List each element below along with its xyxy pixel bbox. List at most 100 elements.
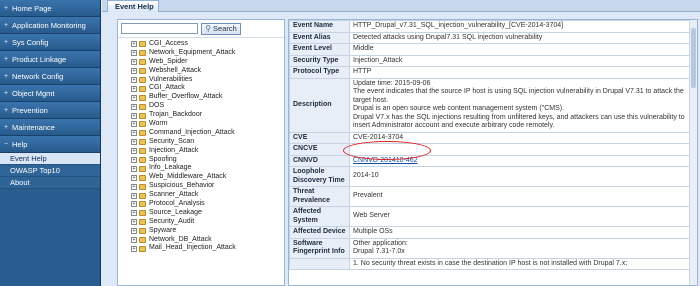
nav-item-maintenance[interactable]: + Maintenance [0, 119, 100, 136]
table-row: Protocol Type HTTP [289, 66, 697, 79]
nav-item-help[interactable]: − Help [0, 136, 100, 153]
tree-item[interactable]: + Info_Leakage [118, 164, 284, 173]
tree-item[interactable]: + CGI_Attack [118, 84, 284, 93]
expand-node-icon[interactable]: + [131, 59, 137, 66]
tree-item[interactable]: + Mail_Head_Injection_Attack [118, 244, 284, 253]
tree-item-label: Injection_Attack [149, 146, 199, 154]
tree-item[interactable]: + Injection_Attack [118, 147, 284, 156]
tree-item[interactable]: + Web_Middleware_Attack [118, 173, 284, 182]
nav-item-network-config[interactable]: + Network Config [0, 68, 100, 85]
nav-item-home-page[interactable]: + Home Page [0, 0, 100, 17]
tree-item-label: Command_Injection_Attack [149, 128, 235, 136]
nav-item-object-mgmt[interactable]: + Object Mgmt [0, 85, 100, 102]
tree-item[interactable]: + Scanner_Attack [118, 191, 284, 200]
tree-item[interactable]: + Webshell_Attack [118, 67, 284, 76]
expand-node-icon[interactable]: + [131, 68, 137, 75]
tree-item[interactable]: + Trojan_Backdoor [118, 111, 284, 120]
table-row: Affected System Web Server [289, 206, 697, 227]
expand-node-icon[interactable]: + [131, 192, 137, 199]
tree-item[interactable]: + Spoofing [118, 156, 284, 165]
expand-node-icon[interactable]: + [131, 77, 137, 83]
field-label: Event Name [289, 20, 350, 33]
nav-subitem-owasp-top10[interactable]: OWASP Top10 [0, 165, 100, 177]
tree-item[interactable]: + Security_Audit [118, 218, 284, 227]
tree-item-label: Spoofing [149, 155, 177, 163]
expand-node-icon[interactable]: + [131, 201, 137, 208]
search-button[interactable]: ⚲ Search [201, 22, 241, 35]
nav-item-label: Prevention [12, 105, 48, 115]
expand-node-icon[interactable]: + [131, 245, 137, 252]
nav-item-label: Maintenance [12, 122, 55, 132]
expand-node-icon[interactable]: + [131, 219, 137, 226]
expand-node-icon[interactable]: + [131, 148, 137, 155]
folder-icon [139, 219, 146, 226]
expand-node-icon[interactable]: + [131, 50, 137, 57]
tree-item-label: Mail_Head_Injection_Attack [149, 244, 236, 252]
tab-bar: Event Help [102, 0, 700, 12]
tree-item[interactable]: + CGI_Access [118, 40, 284, 49]
tree-item[interactable]: + Security_Scan [118, 138, 284, 147]
folder-icon [139, 68, 146, 75]
tree-item[interactable]: + Suspicious_Behavior [118, 182, 284, 191]
tree-item[interactable]: + Network_DB_Attack [118, 236, 284, 245]
table-row: Description Update time: 2015-09-06 The e… [289, 77, 697, 133]
field-value: Other application: Drupal 7.31-7.0x [349, 237, 697, 259]
expand-node-icon[interactable]: + [131, 237, 137, 244]
nav-subitem-event-help[interactable]: Event Help [0, 153, 100, 165]
expand-node-icon[interactable]: + [131, 41, 137, 48]
tree-item[interactable]: + Protocol_Analysis [118, 200, 284, 209]
expand-node-icon[interactable]: + [131, 157, 137, 164]
field-label: Threat Prevalence [289, 186, 350, 207]
expand-icon: + [4, 89, 9, 97]
tree-item-label: Info_Leakage [149, 164, 192, 172]
expand-node-icon[interactable]: + [131, 165, 137, 172]
expand-node-icon[interactable]: + [131, 112, 137, 119]
tree-item[interactable]: + Worm [118, 120, 284, 129]
field-value: Prevalent [349, 186, 697, 207]
tree-item-label: CGI_Access [149, 40, 188, 47]
tree-item[interactable]: + Source_Leakage [118, 209, 284, 218]
field-value: Multiple OSs [349, 226, 697, 239]
expand-node-icon[interactable]: + [131, 210, 137, 217]
nav-item-product-linkage[interactable]: + Product Linkage [0, 51, 100, 68]
expand-node-icon[interactable]: + [131, 139, 137, 146]
expand-node-icon[interactable]: + [131, 174, 137, 181]
tab-event-help[interactable]: Event Help [107, 0, 159, 12]
field-label: Affected Device [289, 226, 350, 239]
expand-node-icon[interactable]: + [131, 103, 137, 110]
cnnvd-link[interactable]: CNNVD-201410-462 [353, 157, 418, 164]
folder-icon [139, 50, 146, 57]
search-input[interactable] [121, 23, 198, 34]
expand-node-icon[interactable]: + [131, 85, 137, 92]
nav-item-label: Network Config [12, 71, 64, 81]
folder-icon [139, 201, 146, 208]
field-value: HTTP [349, 66, 697, 79]
event-tree-panel: ⚲ Search + CGI_Access + Network_Equipment_A… [117, 19, 285, 286]
tree-item[interactable]: + Network_Equipment_Attack [118, 49, 284, 58]
tree-item[interactable]: + Buffer_Overflow_Attack [118, 93, 284, 102]
tree-item[interactable]: + Command_Injection_Attack [118, 129, 284, 138]
tree-item-label: Scanner_Attack [149, 191, 199, 199]
scrollbar-thumb[interactable] [691, 28, 696, 88]
tree-item[interactable]: + DOS [118, 102, 284, 111]
nav-item-prevention[interactable]: + Prevention [0, 102, 100, 119]
nav-item-application-monitoring[interactable]: + Application Monitoring [0, 17, 100, 34]
expand-node-icon[interactable]: + [131, 94, 137, 101]
folder-icon [139, 112, 146, 119]
nav-item-label: Object Mgmt [12, 88, 55, 98]
nav-subitem-about[interactable]: About [0, 177, 100, 189]
tree-item[interactable]: + Vulnerabilities [118, 76, 284, 85]
field-value: Update time: 2015-09-06 The event indica… [349, 77, 697, 133]
expand-icon: + [4, 21, 9, 29]
expand-node-icon[interactable]: + [131, 183, 137, 190]
field-value [349, 143, 697, 156]
expand-node-icon[interactable]: + [131, 121, 137, 128]
tree-item[interactable]: + Spyware [118, 227, 284, 236]
tree-item[interactable]: + Web_Spider [118, 58, 284, 67]
expand-node-icon[interactable]: + [131, 228, 137, 235]
expand-node-icon[interactable]: + [131, 130, 137, 137]
field-label: Description [289, 77, 350, 133]
folder-icon [139, 59, 146, 66]
detail-scrollbar[interactable] [689, 20, 697, 285]
nav-item-sys-config[interactable]: + Sys Config [0, 34, 100, 51]
